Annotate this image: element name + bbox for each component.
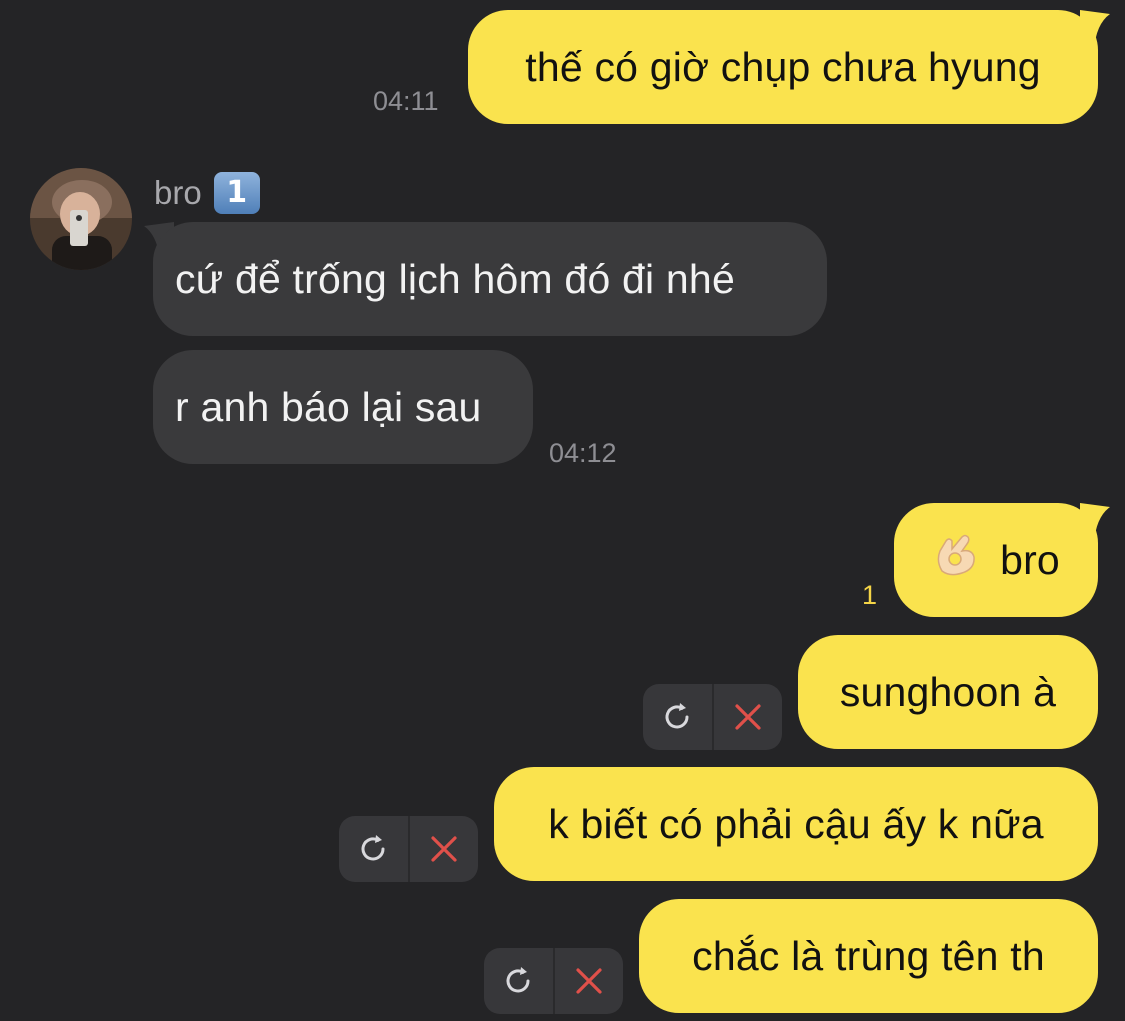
outgoing-message-bubble[interactable]: sunghoon à <box>798 635 1098 749</box>
incoming-message-bubble[interactable]: cứ để trống lịch hôm đó đi nhé <box>153 222 827 336</box>
failed-message-actions <box>339 816 478 882</box>
unread-count: 1 <box>862 580 878 610</box>
retry-button[interactable] <box>643 684 712 750</box>
sender-name: bro <box>154 174 202 211</box>
outgoing-message-bubble[interactable]: bro <box>894 503 1098 617</box>
delete-button[interactable] <box>711 684 783 750</box>
retry-button[interactable] <box>484 948 553 1014</box>
bubble-tail <box>1080 503 1110 543</box>
delete-icon <box>576 968 602 994</box>
delete-button[interactable] <box>552 948 624 1014</box>
message-timestamp: 04:12 <box>549 438 617 468</box>
message-text: bro <box>1000 537 1060 583</box>
outgoing-message-bubble[interactable]: thế có giờ chụp chưa hyung <box>468 10 1098 124</box>
bubble-tail <box>1080 10 1110 50</box>
delete-icon <box>431 836 457 862</box>
outgoing-message-bubble[interactable]: chắc là trùng tên th <box>639 899 1098 1013</box>
message-timestamp: 04:11 <box>373 86 439 116</box>
contact-avatar-image <box>30 168 132 270</box>
incoming-message-bubble[interactable]: r anh báo lại sau <box>153 350 533 464</box>
outgoing-message-bubble[interactable]: k biết có phải cậu ấy k nữa <box>494 767 1098 881</box>
failed-message-actions <box>484 948 623 1014</box>
failed-message-actions <box>643 684 782 750</box>
delete-icon <box>735 704 761 730</box>
retry-icon <box>506 967 530 993</box>
retry-button[interactable] <box>339 816 408 882</box>
keycap-one-badge: 1 <box>213 172 260 214</box>
retry-icon <box>665 703 689 729</box>
sender-header: bro 1 <box>154 172 260 214</box>
retry-icon <box>361 835 385 861</box>
ok-hand-emoji-icon <box>932 506 978 620</box>
delete-button[interactable] <box>407 816 479 882</box>
avatar[interactable] <box>30 168 132 270</box>
